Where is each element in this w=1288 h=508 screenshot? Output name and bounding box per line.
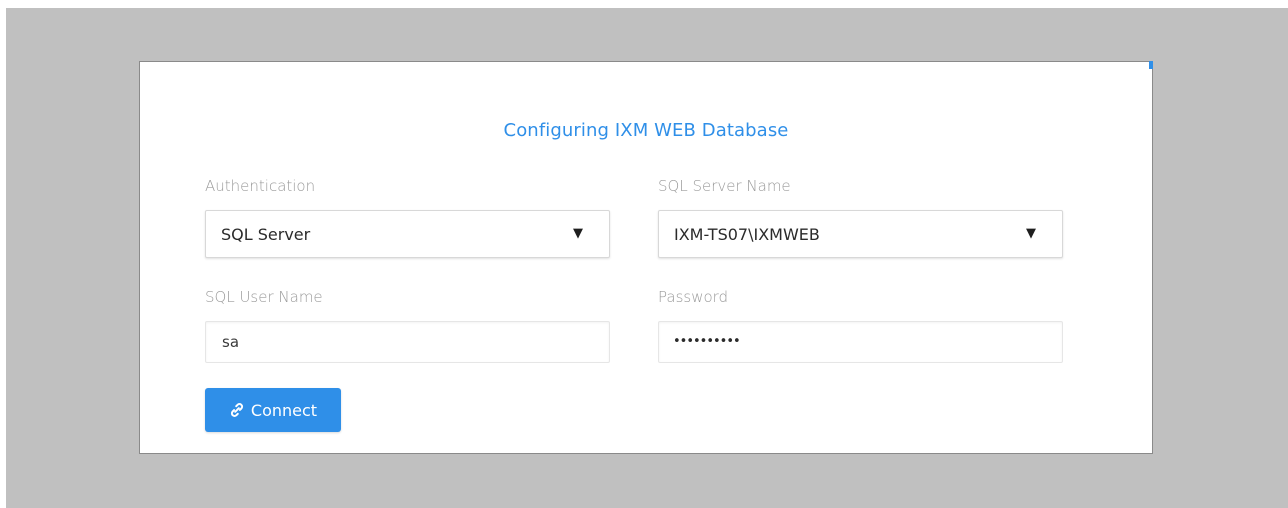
- sql-user-name-label: SQL User Name: [205, 288, 323, 306]
- caret-down-icon: ▼: [1026, 226, 1036, 241]
- password-input[interactable]: ••••••••••: [658, 321, 1063, 363]
- authentication-label: Authentication: [205, 177, 316, 195]
- connect-button[interactable]: Connect: [205, 388, 341, 432]
- password-label: Password: [658, 288, 729, 306]
- connect-button-label: Connect: [250, 400, 318, 420]
- database-config-panel: Configuring IXM WEB Database Authenticat…: [139, 61, 1153, 454]
- caret-down-icon: ▼: [573, 226, 583, 241]
- sql-server-name-selected-value: IXM-TS07\IXMWEB: [674, 225, 820, 244]
- authentication-select[interactable]: SQL Server ▼: [205, 210, 610, 258]
- link-icon: [230, 403, 243, 417]
- panel-corner-accent: [1149, 61, 1153, 69]
- dialog-title: Configuring IXM WEB Database: [503, 120, 789, 141]
- authentication-selected-value: SQL Server: [221, 225, 311, 244]
- sql-server-name-label: SQL Server Name: [658, 177, 791, 195]
- sql-user-name-value: sa: [222, 333, 240, 351]
- sql-user-name-input[interactable]: sa: [205, 321, 610, 363]
- sql-server-name-select[interactable]: IXM-TS07\IXMWEB ▼: [658, 210, 1063, 258]
- password-masked-value: ••••••••••: [673, 334, 741, 349]
